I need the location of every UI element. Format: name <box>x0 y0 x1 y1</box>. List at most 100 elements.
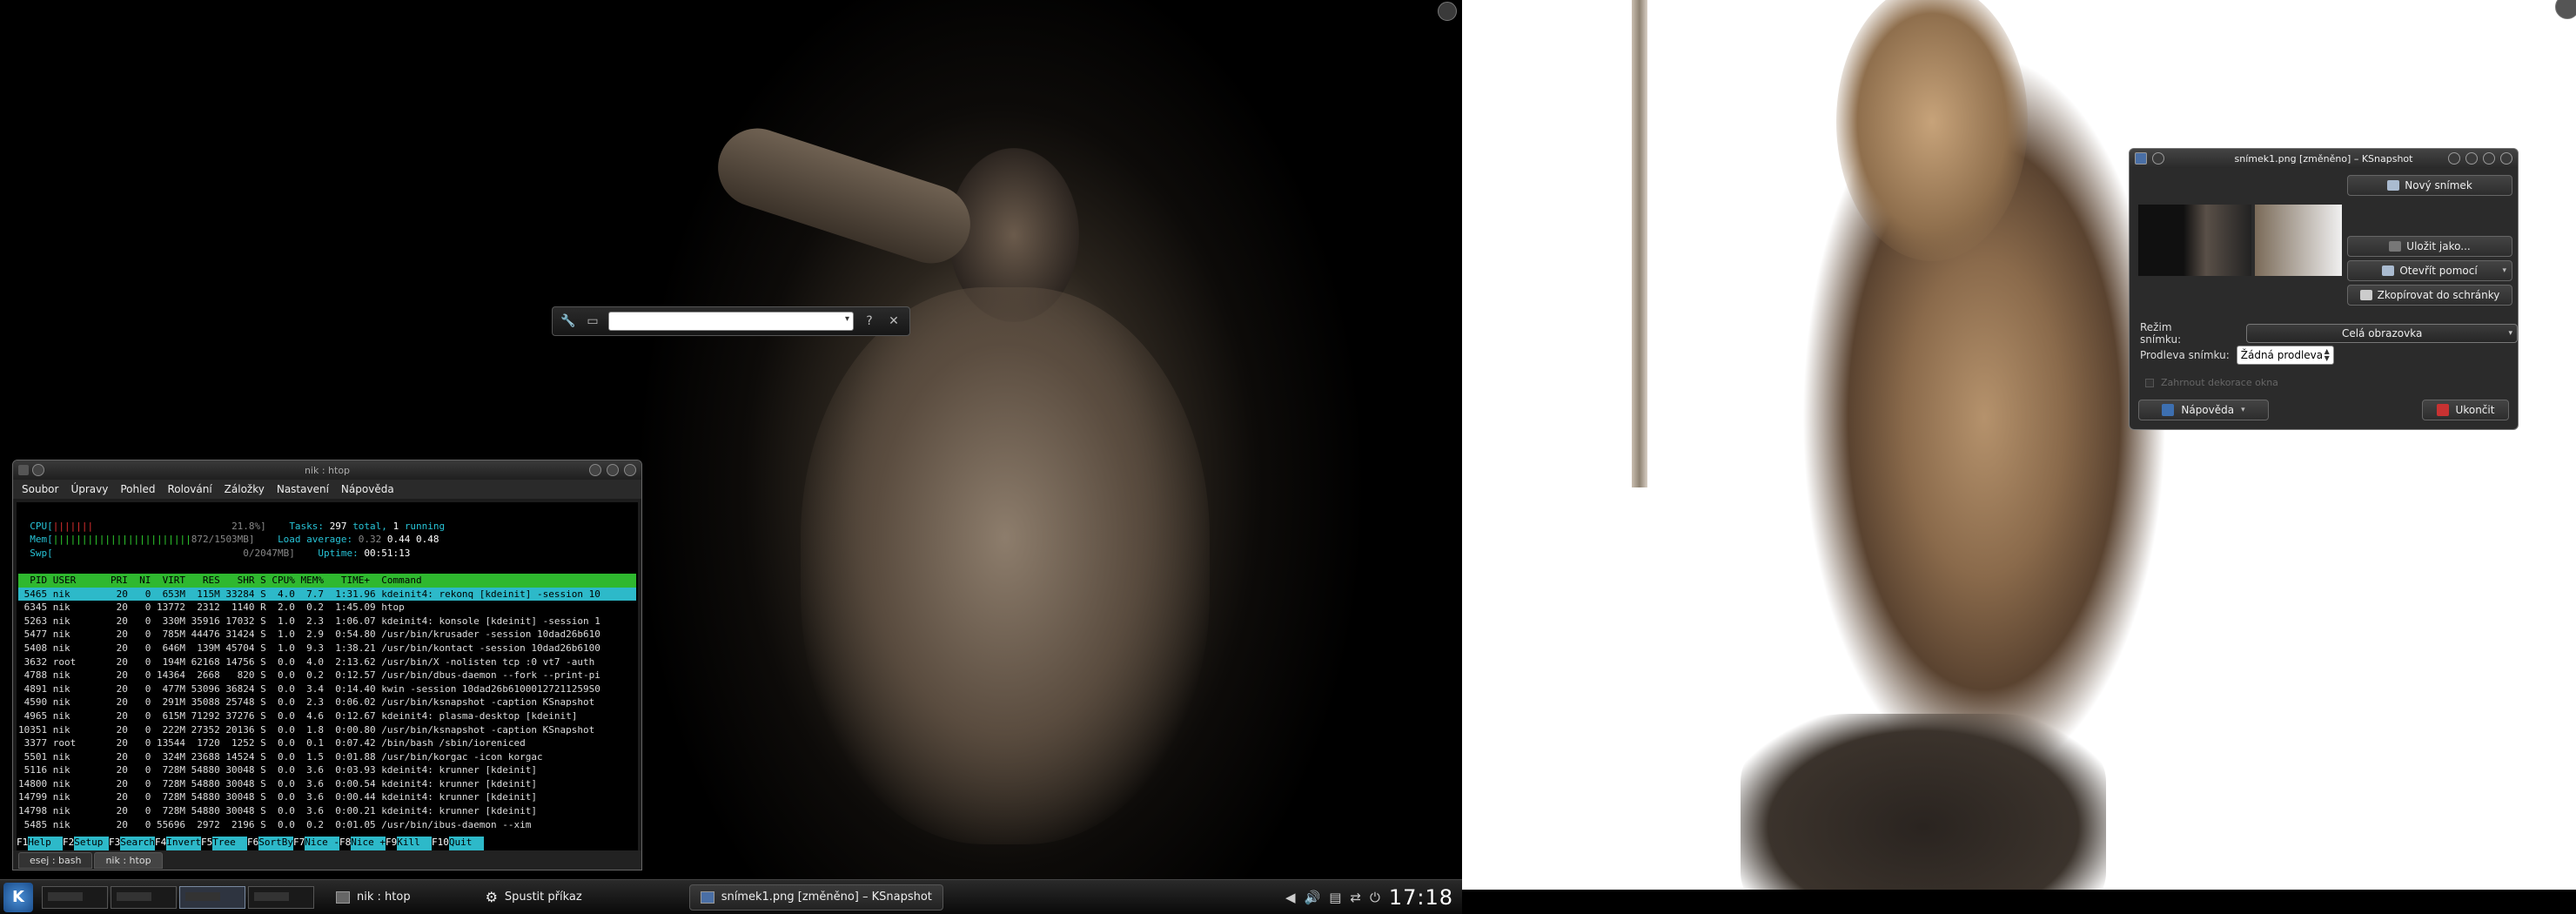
menu-zalozky[interactable]: Záložky <box>225 483 265 495</box>
window-menu-icon[interactable] <box>2135 152 2147 165</box>
volume-icon[interactable]: 🔊 <box>1305 890 1321 905</box>
copy-to-clipboard-label: Zkopírovat do schránky <box>2377 289 2500 301</box>
wallpaper-jeans <box>1741 714 2106 890</box>
new-snapshot-button[interactable]: Nový snímek <box>2347 175 2512 196</box>
htop-process-row[interactable]: 3632 root 20 0 194M 62168 14756 S 0.0 4.… <box>18 656 595 668</box>
htop-process-row[interactable]: 5477 nik 20 0 785M 44476 31424 S 1.0 2.9… <box>18 628 600 640</box>
include-decorations-label: Zahrnout dekorace okna <box>2161 377 2278 388</box>
htop-process-row[interactable]: 5263 nik 20 0 330M 35916 17032 S 1.0 2.3… <box>18 615 600 627</box>
activity-icon[interactable]: ▭ <box>584 313 601 330</box>
help-icon[interactable] <box>32 464 44 476</box>
snapshot-mode-value: Celá obrazovka <box>2341 327 2423 339</box>
krunner-input[interactable]: ▾ <box>608 312 854 331</box>
htop-process-row[interactable]: 5116 nik 20 0 728M 54880 30048 S 0.0 3.6… <box>18 764 537 776</box>
menu-upravy[interactable]: Úpravy <box>70 483 108 495</box>
task-run-command[interactable]: ⚙ Spustit příkaz <box>474 884 594 911</box>
fkey-label: F4 <box>155 837 167 850</box>
htop-process-row[interactable]: 4891 nik 20 0 477M 53096 36824 S 0.0 3.4… <box>18 683 600 695</box>
help-icon[interactable] <box>2448 152 2460 165</box>
clipboard-icon[interactable]: ▤ <box>1329 890 1341 905</box>
open-with-button[interactable]: Otevřít pomocí ▾ <box>2347 260 2512 281</box>
htop-process-row[interactable]: 4788 nik 20 0 14364 2668 820 S 0.0 0.2 0… <box>18 669 600 681</box>
maximize-icon[interactable] <box>607 464 619 476</box>
fkey-help-button[interactable]: Help <box>28 837 63 850</box>
htop-process-row[interactable]: 5408 nik 20 0 646M 139M 45704 S 1.0 9.3 … <box>18 642 600 654</box>
close-icon[interactable]: ✕ <box>885 313 902 330</box>
fkey-setup-button[interactable]: Setup <box>74 837 109 850</box>
htop-process-row[interactable]: 4965 nik 20 0 615M 71292 37276 S 0.0 4.6… <box>18 710 578 722</box>
fkey-sortby-button[interactable]: SortBy <box>258 837 293 850</box>
fkey-search-button[interactable]: Search <box>120 837 155 850</box>
spin-arrows-icon[interactable]: ▲ ▼ <box>2324 348 2330 362</box>
pin-icon[interactable] <box>2152 152 2164 165</box>
htop-process-row[interactable]: 10351 nik 20 0 222M 27352 20136 S 0.0 1.… <box>18 724 594 736</box>
power-icon[interactable]: ⏻ <box>1370 890 1380 905</box>
tab-esej-bash[interactable]: esej : bash <box>18 851 93 869</box>
fkey-label: F6 <box>247 837 259 850</box>
open-with-label: Otevřít pomocí <box>2399 265 2478 277</box>
htop-process-row[interactable]: 14800 nik 20 0 728M 54880 30048 S 0.0 3.… <box>18 778 537 790</box>
menu-soubor[interactable]: Soubor <box>22 483 58 495</box>
fkey-nice-plus-button[interactable]: Nice + <box>351 837 386 850</box>
ksnapshot-window: snímek1.png [změněno] – KSnapshot Nový s… <box>2129 148 2519 430</box>
copy-to-clipboard-button[interactable]: Zkopírovat do schránky <box>2347 285 2512 306</box>
quit-icon <box>2436 404 2449 416</box>
htop-process-row[interactable]: 4590 nik 20 0 291M 35088 25748 S 0.0 2.3… <box>18 696 595 708</box>
pager-desktop-2[interactable] <box>111 885 177 909</box>
tab-nik-htop[interactable]: nik : htop <box>94 851 163 869</box>
include-decorations-checkbox[interactable]: Zahrnout dekorace okna <box>2145 377 2278 388</box>
terminal-view[interactable]: CPU[||||||| 21.8%] Tasks: 297 total, 1 r… <box>17 502 638 850</box>
close-icon[interactable] <box>624 464 636 476</box>
clock[interactable]: 17:18 <box>1389 885 1453 910</box>
htop-process-row[interactable]: 3377 root 20 0 13544 1720 1252 S 0.0 0.1… <box>18 737 526 749</box>
task-label: snímek1.png [změněno] – KSnapshot <box>721 890 932 904</box>
fkey-invert-button[interactable]: Invert <box>166 837 201 850</box>
fkey-nice-minus-button[interactable]: Nice - <box>305 837 339 850</box>
desktop-toolbox-icon[interactable] <box>1438 2 1457 21</box>
htop-process-row[interactable]: 5501 nik 20 0 324M 23688 14524 S 0.0 1.5… <box>18 751 543 763</box>
konsole-menubar: Soubor Úpravy Pohled Rolování Záložky Na… <box>13 480 641 499</box>
fkey-kill-button[interactable]: Kill <box>397 837 432 850</box>
htop-process-row-selected[interactable]: 5465 nik 20 0 653M 115M 33284 S 4.0 7.7 … <box>18 587 636 601</box>
snapshot-mode-select[interactable]: Celá obrazovka ▾ <box>2246 324 2518 343</box>
snapshot-delay-spinbox[interactable]: Žádná prodleva ▲ ▼ <box>2236 346 2334 365</box>
task-nik-htop[interactable]: nik : htop <box>325 884 422 911</box>
konsole-titlebar[interactable]: nik : htop <box>13 460 641 480</box>
snapshot-delay-value: Žádná prodleva <box>2240 349 2324 361</box>
htop-process-row[interactable]: 5485 nik 20 0 55696 2972 2196 S 0.0 0.2 … <box>18 819 532 830</box>
media-previous-icon[interactable]: ◀ <box>1285 890 1296 905</box>
htop-process-row[interactable]: 6345 nik 20 0 13772 2312 1140 R 2.0 0.2 … <box>18 601 405 613</box>
window-menu-icon[interactable] <box>18 465 29 475</box>
wrench-icon[interactable]: 🔧 <box>560 313 577 330</box>
minimize-icon[interactable] <box>589 464 601 476</box>
menu-nastaveni[interactable]: Nastavení <box>277 483 329 495</box>
chevron-down-icon: ▾ <box>2508 329 2512 338</box>
close-icon[interactable] <box>2500 152 2512 165</box>
menu-napoveda[interactable]: Nápověda <box>341 483 394 495</box>
menu-pohled[interactable]: Pohled <box>120 483 155 495</box>
network-icon[interactable]: ⇄ <box>1350 890 1361 905</box>
menu-rolovani[interactable]: Rolování <box>167 483 211 495</box>
kde-menu-icon[interactable]: K <box>3 882 33 912</box>
htop-process-row[interactable]: 14799 nik 20 0 728M 54880 30048 S 0.0 3.… <box>18 791 537 803</box>
htop-header-row[interactable]: PID USER PRI NI VIRT RES SHR S CPU% MEM%… <box>18 573 636 588</box>
quit-button[interactable]: Ukončit <box>2422 400 2509 420</box>
fkey-tree-button[interactable]: Tree <box>212 837 247 850</box>
chevron-down-icon[interactable]: ▾ <box>845 314 849 324</box>
help-icon[interactable]: ? <box>861 313 878 330</box>
minimize-icon[interactable] <box>2465 152 2478 165</box>
checkbox-box[interactable] <box>2145 378 2154 387</box>
snapshot-preview[interactable] <box>2138 205 2342 276</box>
maximize-icon[interactable] <box>2483 152 2495 165</box>
wallpaper-right <box>1462 0 2576 890</box>
ksnapshot-titlebar[interactable]: snímek1.png [změněno] – KSnapshot <box>2130 149 2518 168</box>
fkey-quit-button[interactable]: Quit <box>448 837 484 850</box>
htop-process-row[interactable]: 14798 nik 20 0 728M 54880 30048 S 0.0 3.… <box>18 805 537 817</box>
save-as-button[interactable]: Uložit jako... <box>2347 236 2512 257</box>
pager-desktop-4[interactable] <box>248 885 314 909</box>
pager-desktop-1[interactable] <box>42 885 108 909</box>
task-ksnapshot[interactable]: snímek1.png [změněno] – KSnapshot <box>688 884 943 911</box>
help-button[interactable]: Nápověda ▾ <box>2138 400 2269 420</box>
quit-button-label: Ukončit <box>2455 404 2495 416</box>
pager-desktop-3[interactable] <box>179 885 245 909</box>
